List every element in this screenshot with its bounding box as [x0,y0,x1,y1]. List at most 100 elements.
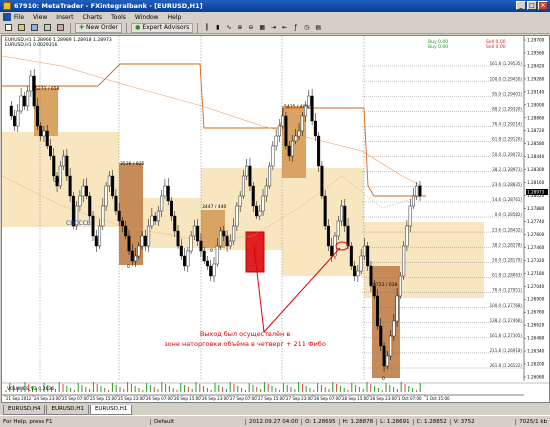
indicators-button[interactable]: ƒ [291,23,300,33]
candle-bull [163,185,167,197]
price-tick-label: 1.29000 [527,102,545,107]
candle-bear [45,130,49,147]
candle-bear [310,95,314,122]
candle-bull [340,205,344,222]
candle-bull [147,225,151,247]
candle-bear [343,205,347,227]
volume-box-label: 3447 / 440 [202,204,227,210]
candle-bull [307,95,311,107]
menu-tools[interactable]: Tools [111,14,126,21]
time-tick-label: 24 Sep 23:00 [34,396,61,401]
fib-level-label: 161.8 (1.29535) [490,61,523,66]
status-low: L: 1.28691 [376,418,412,425]
zoom-in-button[interactable]: ⊕ [235,23,244,33]
main-toolbar: ✚ New Order ● Expert Advisors ┃ ▮ ∿ ⊕ ⊖ ▦ … [0,22,550,34]
app-icon [3,2,11,10]
candle-bull [156,210,160,222]
fib-level-label: 61.8 (1.28063) [492,273,522,278]
chart-window[interactable]: 5271 / 658 3536 / 825 3447 / 440 5415 / 409… [1,35,550,403]
new-order-button[interactable]: ✚ New Order [75,22,123,33]
close-button[interactable]: × [538,1,548,10]
templates-button[interactable]: ▤ [313,23,323,33]
candle-bear [111,175,115,197]
price-tick-label: 1.28160 [527,180,545,185]
candle-bear [379,325,383,347]
toolbar-separator [70,22,71,33]
candle-bull [402,245,406,277]
new-order-icon: ✚ [79,24,85,31]
candle-bear [124,225,128,237]
time-tick-label: 21 Sep 2012 [6,396,32,401]
price-chart[interactable]: 5271 / 6583536 / 8253447 / 4405415 / 409… [2,36,549,402]
candle-bull [356,270,360,277]
menu-insert[interactable]: Insert [56,14,73,21]
zoom-out-button[interactable]: ⊖ [246,23,255,33]
candle-bear [375,295,379,327]
fib-level-label: 161.8 (1.27305) [490,333,523,338]
autoscroll-icon: ⇥ [271,24,277,31]
candle-bear [251,185,255,207]
bar-chart-button[interactable]: ┃ [202,23,211,33]
chart-shift-button[interactable]: ⇤ [280,23,289,33]
price-tick-label: 1.26480 [527,336,545,341]
profiles-button[interactable] [16,23,27,33]
tile-windows-button[interactable]: ▦ [257,23,267,33]
fib-level-label: 23.6 (1.28432) [492,227,522,232]
menu-charts[interactable]: Charts [83,14,103,21]
candle-bear [287,145,291,157]
price-tick-label: 1.27880 [527,206,545,211]
line-chart-icon: ∿ [226,24,232,31]
candle-bull [228,240,232,247]
line-chart-button[interactable]: ∿ [224,23,233,33]
candle-bear [117,210,121,222]
terminal-button[interactable] [55,23,66,33]
candle-bear [225,235,229,247]
candle-bull [62,155,66,167]
volume-box-label: 0 [382,376,385,382]
fib-level-label: 0.0 (1.28582) [495,212,523,217]
candle-bull [192,225,196,237]
price-tick-label: 1.27600 [527,232,545,237]
menu-window[interactable]: Window [135,14,159,21]
periodicity-button[interactable]: ◷ [302,23,311,33]
autoscroll-button[interactable]: ⇥ [269,23,278,33]
maximize-button[interactable]: □ [527,1,537,10]
candle-bull [186,250,190,267]
tab-eurusd-h4[interactable]: EURUSD,H4 [3,405,46,415]
candle-bear [317,135,321,167]
market-watch-button[interactable] [29,23,40,33]
candle-bear [84,185,88,197]
candle-bear [65,155,69,177]
chart-shift-icon: ⇤ [282,24,288,31]
candle-bull [160,195,164,212]
new-chart-button[interactable] [3,23,14,33]
navigator-button[interactable] [42,23,53,33]
candlestick-button[interactable]: ▮ [213,23,222,33]
candle-bear [173,215,177,232]
candle-bull [219,230,223,247]
candle-bull [104,185,108,207]
expert-advisors-button[interactable]: ● Expert Advisors [131,22,194,33]
menu-help[interactable]: Help [168,14,182,21]
price-tick-label: 1.28300 [527,167,545,172]
terminal-icon [57,24,64,31]
candle-bear [39,125,43,137]
candle-bear [13,115,17,127]
candlestick-icon: ▮ [216,24,220,31]
candle-bear [88,195,92,217]
minimize-button[interactable]: _ [516,1,526,10]
candle-bull [395,295,399,322]
time-tick-label: 25 Sep 07:00 [62,396,89,401]
time-tick-label: 28 Sep 23:00 [370,396,397,401]
candle-bear [68,175,72,197]
candle-bear [326,225,330,247]
price-tick-label: 1.28580 [527,141,545,146]
tab-eurusd-h1-active[interactable]: EURUSD,H1 [89,405,133,415]
tab-eurusd-h1[interactable]: EURUSD,H1 [46,405,89,415]
menu-file[interactable]: File [14,14,24,21]
menu-view[interactable]: View [33,14,47,21]
price-tick-label: 1.27320 [527,258,545,263]
price-tick-label: 1.28440 [527,154,545,159]
indicators-icon: ƒ [294,24,297,31]
navigator-icon [44,24,51,31]
